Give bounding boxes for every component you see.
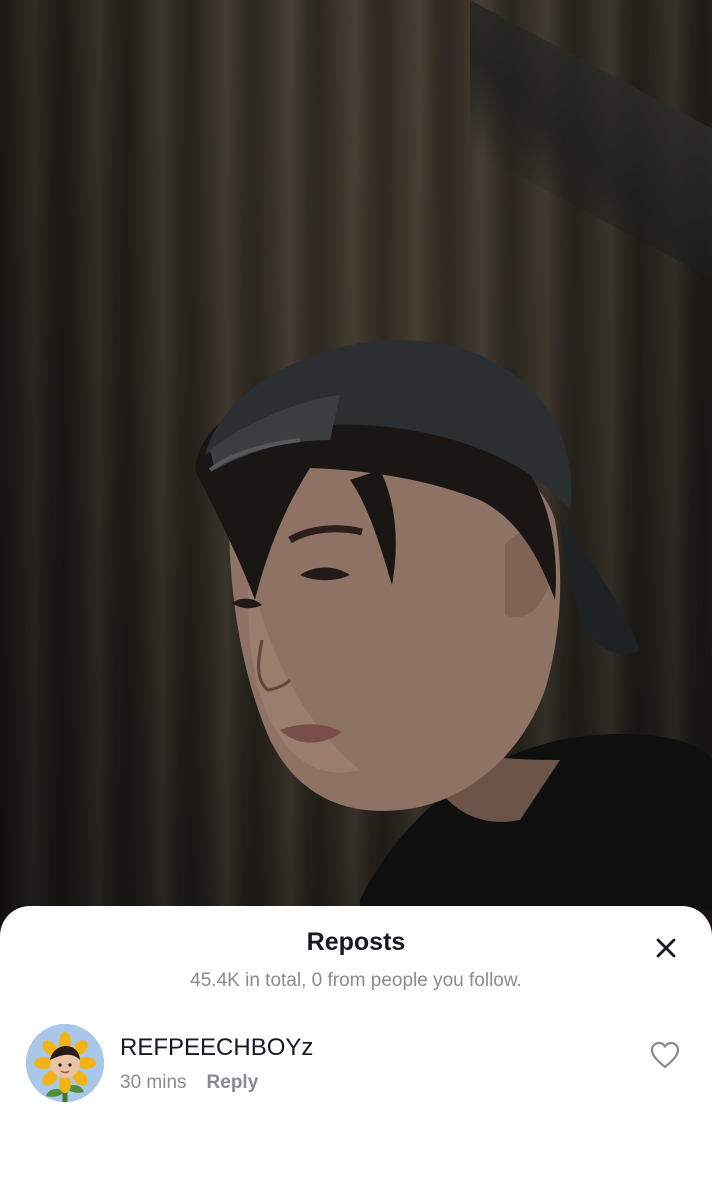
like-button[interactable] xyxy=(648,1038,682,1072)
username[interactable]: REFPEECHBOYz xyxy=(120,1034,313,1062)
list-item: REFPEECHBOYz 30 mins Reply xyxy=(0,1018,712,1108)
reposts-sheet: Reposts 45.4K in total, 0 from people yo… xyxy=(0,906,712,1200)
close-icon xyxy=(656,938,676,958)
close-button[interactable] xyxy=(652,934,680,962)
avatar[interactable] xyxy=(26,1024,104,1102)
sheet-title: Reposts xyxy=(306,928,406,956)
sunflower-avatar-icon xyxy=(26,1024,104,1102)
repost-meta: 30 mins Reply xyxy=(120,1072,258,1094)
reply-button[interactable]: Reply xyxy=(207,1072,259,1094)
timestamp: 30 mins xyxy=(120,1072,187,1093)
repost-count-subtitle: 45.4K in total, 0 from people you follow… xyxy=(190,970,522,991)
heart-outline-icon xyxy=(650,1041,680,1069)
